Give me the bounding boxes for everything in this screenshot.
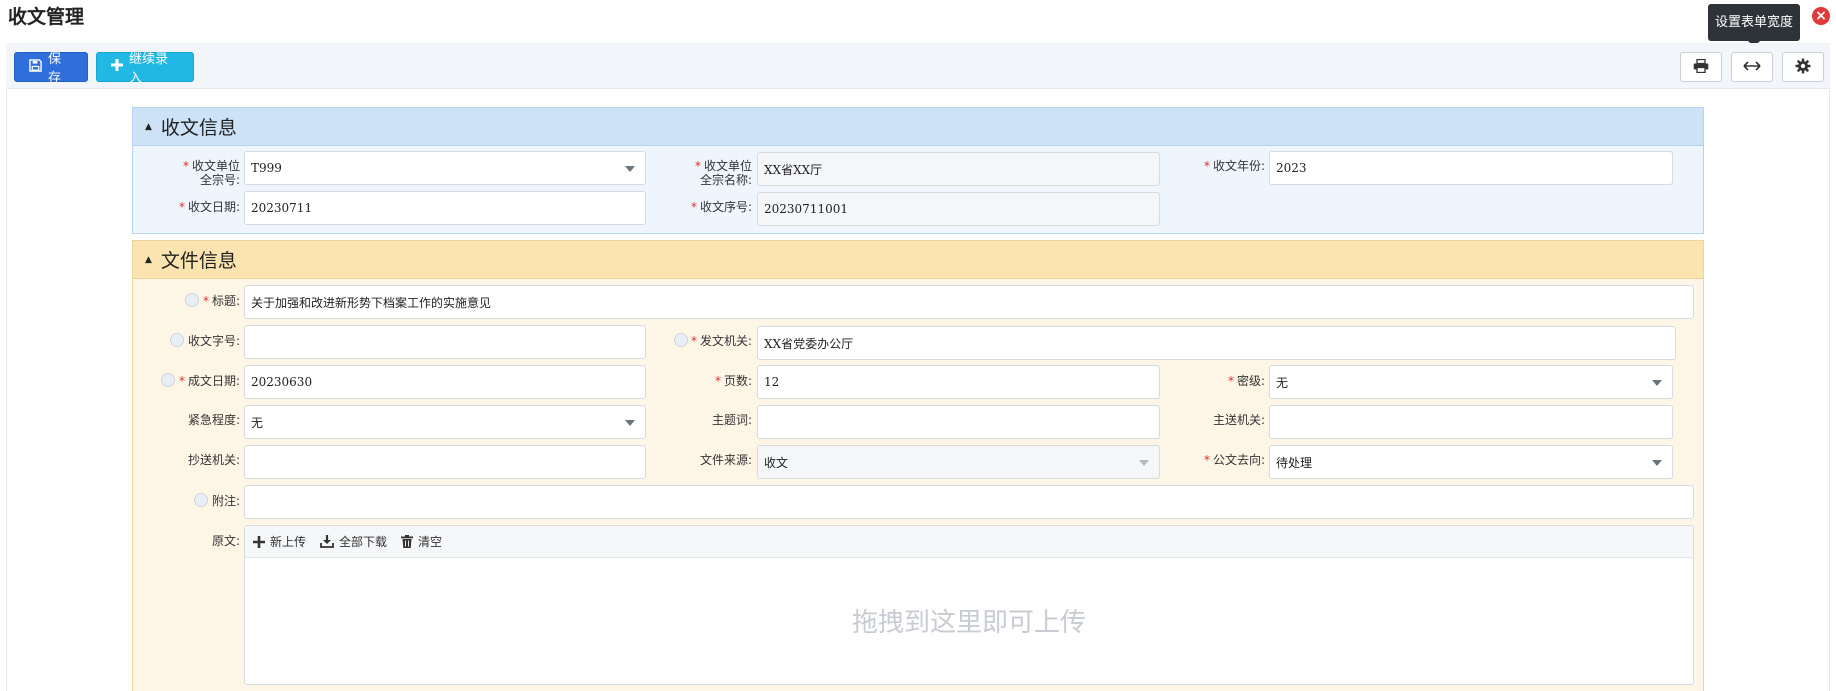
label-serial: * 收文序号: [690, 200, 752, 214]
label-unit-name: * 收文单位 全宗名称: [694, 159, 752, 187]
year-field[interactable]: 2023 [1269, 151, 1673, 185]
form-date-field[interactable]: 20230630 [244, 365, 646, 399]
direction-select[interactable]: 待处理 [1269, 445, 1673, 479]
plus-icon [111, 59, 123, 75]
unit-code-select[interactable]: T999 [244, 151, 646, 185]
label-unit-code: * 收文单位 全宗号: [182, 159, 240, 187]
source-select[interactable]: 收文 [757, 445, 1160, 479]
main-recipient-field[interactable] [1269, 405, 1673, 439]
printer-icon [1693, 58, 1709, 76]
secret-level-select[interactable]: 无 [1269, 365, 1673, 399]
label-main-recipient: 主送机关: [1212, 413, 1265, 427]
upload-new-button[interactable]: 新上传 [253, 533, 306, 550]
remark-field[interactable] [244, 485, 1694, 519]
section-file-header[interactable]: ▲ 文件信息 [133, 241, 1703, 279]
plus-icon [253, 535, 265, 548]
upload-dropzone[interactable]: 新上传 全部下载 清空 拖拽到这里即可上传 [244, 525, 1694, 685]
label-subject: * 标题: [202, 294, 240, 308]
label-keywords: 主题词: [711, 413, 752, 427]
section-file-title: 文件信息 [160, 250, 237, 272]
chevron-down-icon [625, 420, 635, 426]
download-icon [320, 535, 334, 548]
close-icon[interactable]: × [1812, 7, 1830, 25]
settings-button[interactable] [1782, 52, 1824, 82]
caret-up-icon: ▲ [145, 254, 152, 265]
section-receive-header[interactable]: ▲ 收文信息 [133, 108, 1703, 146]
download-all-button[interactable]: 全部下载 [320, 533, 387, 550]
clear-button[interactable]: 清空 [401, 533, 442, 550]
form-width-button[interactable] [1731, 52, 1773, 82]
doc-number-field[interactable] [244, 325, 646, 359]
label-direction: * 公文去向: [1203, 453, 1265, 467]
chevron-down-icon [625, 166, 635, 172]
subject-field[interactable]: 关于加强和改进新形势下档案工作的实施意见 [244, 285, 1694, 319]
label-form-date: * 成文日期: [178, 374, 240, 388]
gear-icon [1795, 58, 1811, 77]
label-receive-date: * 收文日期: [178, 200, 240, 214]
receive-date-field[interactable]: 20230711 [244, 191, 646, 225]
label-remark: 附注: [211, 494, 240, 508]
section-receive-title: 收文信息 [160, 117, 237, 139]
page-title: 收文管理 [8, 6, 85, 28]
label-secret-level: * 密级: [1227, 374, 1265, 388]
serial-field[interactable]: 20230711001 [757, 192, 1160, 226]
label-original: 原文: [211, 534, 240, 548]
save-button[interactable]: 保存 [14, 52, 88, 86]
save-button-label: 保存 [48, 52, 62, 86]
tooltip: 设置表单宽度 [1708, 4, 1800, 47]
issuer-field[interactable]: XX省党委办公厅 [757, 326, 1676, 360]
label-urgency: 紧急程度: [187, 413, 240, 427]
continue-entry-button-label: 继续录入 [129, 52, 169, 86]
trash-icon [401, 535, 414, 548]
chevron-down-icon [1652, 460, 1662, 466]
chevron-down-icon [1139, 460, 1149, 466]
cc-field[interactable] [244, 445, 646, 479]
label-issuer: * 发文机关: [690, 334, 752, 348]
arrows-horizontal-icon [1743, 60, 1761, 74]
label-cc: 抄送机关: [187, 453, 240, 467]
floppy-disk-icon [29, 58, 42, 76]
unit-name-field[interactable]: XX省XX厅 [757, 152, 1160, 186]
toolbar: 保存 继续录入 [6, 43, 1830, 89]
print-button[interactable] [1680, 52, 1722, 82]
pages-field[interactable]: 12 [757, 365, 1160, 399]
urgency-select[interactable]: 无 [244, 405, 646, 439]
drop-hint: 拖拽到这里即可上传 [851, 608, 1086, 638]
upload-toolbar: 新上传 全部下载 清空 [245, 526, 1693, 558]
keywords-field[interactable] [757, 405, 1160, 439]
label-source: 文件来源: [699, 453, 752, 467]
caret-up-icon: ▲ [145, 121, 152, 132]
continue-entry-button[interactable]: 继续录入 [96, 52, 194, 86]
label-year: * 收文年份: [1203, 159, 1265, 173]
label-pages: * 页数: [714, 374, 752, 388]
chevron-down-icon [1652, 380, 1662, 386]
label-doc-number: 收文字号: [187, 334, 240, 348]
